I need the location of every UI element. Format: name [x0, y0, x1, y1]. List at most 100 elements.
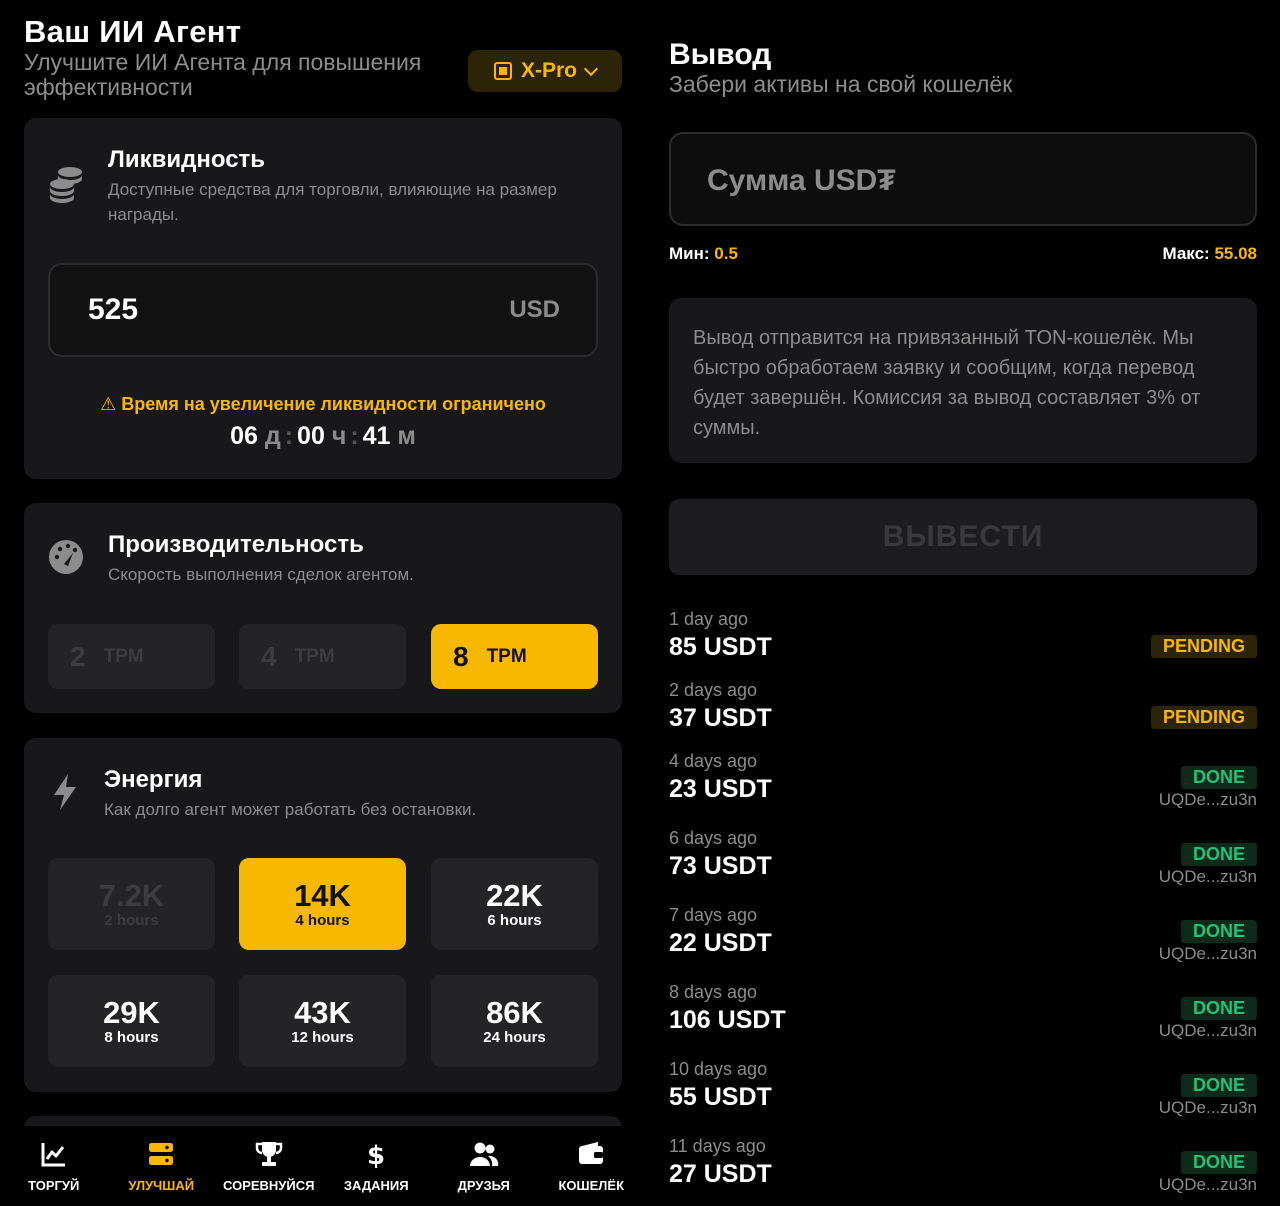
nav-compete[interactable]: СОРЕВНУЙСЯ — [217, 1139, 321, 1193]
nav-tasks[interactable]: $ ЗАДАНИЯ — [324, 1139, 428, 1193]
energy-card: Энергия Как долго агент может работать б… — [24, 738, 622, 1092]
energy-value: 29K — [103, 994, 160, 1030]
energy-option-43k[interactable]: 43K 12 hours — [239, 975, 406, 1067]
performance-card: Производительность Скорость выполнения с… — [24, 503, 622, 713]
energy-value: 7.2K — [98, 877, 165, 913]
energy-duration: 6 hours — [487, 911, 542, 929]
svg-text:$: $ — [367, 1141, 385, 1169]
status-badge: PENDING — [1150, 706, 1257, 729]
timer-minutes-unit: м — [397, 422, 416, 450]
energy-duration: 2 hours — [104, 911, 159, 929]
nav-trade[interactable]: ТОРГУЙ — [2, 1139, 106, 1193]
history-when: 10 days ago — [669, 1059, 768, 1079]
wallet-address: UQDe...zu3n — [1158, 1175, 1257, 1194]
energy-title: Энергия — [104, 766, 203, 793]
lightning-icon — [54, 774, 76, 810]
liquidity-input[interactable]: 525 USD — [48, 263, 598, 357]
energy-duration: 4 hours — [295, 911, 350, 929]
energy-value: 22K — [486, 877, 543, 913]
history-when: 8 days ago — [669, 982, 758, 1002]
history-amount: 55 USDT — [669, 1083, 772, 1111]
min-max-limits: Мин: 0.5 Макс: 55.08 — [669, 244, 1257, 264]
liquidity-warning: ⚠ Время на увеличение ликвидности ограни… — [100, 394, 546, 414]
performance-title: Производительность — [108, 531, 364, 558]
energy-option-14k[interactable]: 14K 4 hours — [239, 858, 406, 950]
energy-value: 14K — [294, 877, 351, 913]
liquidity-currency: USD — [509, 296, 560, 323]
history-amount: 23 USDT — [669, 775, 772, 803]
users-icon — [469, 1142, 499, 1166]
nav-label: ДРУЗЬЯ — [457, 1178, 510, 1193]
min-limit: Мин: 0.5 — [669, 244, 738, 263]
status-badge: DONE — [1180, 1074, 1257, 1097]
withdraw-panel: Вывод Забери активы на свой кошелёк Сумм… — [645, 0, 1280, 1206]
nav-label: КОШЕЛЁК — [558, 1178, 625, 1193]
energy-option-7-2k[interactable]: 7.2K 2 hours — [48, 858, 215, 950]
chip-icon — [493, 62, 512, 80]
dollar-icon: $ — [367, 1141, 385, 1169]
nav-friends[interactable]: ДРУЗЬЯ — [432, 1139, 536, 1193]
tpm-value: 4 — [261, 640, 277, 672]
history-amount: 37 USDT — [669, 704, 772, 732]
timer-hours: 00 — [297, 422, 325, 450]
liquidity-timer: 06 д:00 ч:41 м — [230, 422, 416, 450]
energy-option-22k[interactable]: 22K 6 hours — [431, 858, 598, 950]
history-amount: 85 USDT — [669, 633, 772, 661]
timer-hours-unit: ч — [331, 422, 347, 450]
liquidity-description: Доступные средства для торговли, влияющи… — [108, 180, 557, 224]
history-when: 7 days ago — [669, 905, 758, 925]
status-badge: PENDING — [1150, 635, 1257, 658]
withdraw-subtitle: Забери активы на свой кошелёк — [669, 71, 1013, 97]
history-when: 11 days ago — [669, 1136, 766, 1156]
history-row: 2 days ago 37 USDT PENDING — [669, 680, 1257, 740]
history-when: 4 days ago — [669, 751, 758, 771]
status-badge: DONE — [1180, 1151, 1257, 1174]
chevron-down-icon — [583, 61, 599, 76]
nav-wallet[interactable]: КОШЕЛЁК — [539, 1139, 643, 1193]
timer-days: 06 — [230, 422, 258, 450]
withdraw-info: Вывод отправится на привязанный TON-коше… — [669, 298, 1257, 463]
chart-icon — [41, 1143, 65, 1167]
history-amount: 106 USDT — [669, 1006, 786, 1034]
wallet-address: UQDe...zu3n — [1158, 944, 1257, 963]
page-subtitle: Улучшите ИИ Агента для повышения эффекти… — [24, 49, 422, 100]
history-amount: 73 USDT — [669, 852, 772, 880]
nav-label: ЗАДАНИЯ — [343, 1178, 409, 1193]
nav-upgrade[interactable]: УЛУЧШАЙ — [109, 1139, 213, 1193]
nav-label: СОРЕВНУЙСЯ — [223, 1178, 315, 1193]
withdraw-button[interactable]: ВЫВЕСТИ — [669, 499, 1257, 575]
tier-label: X-Pro — [520, 59, 577, 82]
timer-minutes: 41 — [362, 422, 391, 450]
tpm-option-2[interactable]: 2 TPM — [48, 624, 215, 689]
amount-placeholder: Сумма USD₮ — [707, 164, 896, 197]
upgrade-panel: Ваш ИИ Агент Улучшите ИИ Агента для повы… — [0, 0, 645, 1206]
status-badge: DONE — [1180, 997, 1257, 1020]
tpm-unit: TPM — [103, 645, 144, 667]
history-row: 4 days ago 23 USDT DONE UQDe...zu3n — [669, 751, 1257, 811]
energy-value: 86K — [486, 994, 543, 1030]
tier-dropdown[interactable]: X-Pro — [468, 50, 622, 92]
nav-label: ТОРГУЙ — [28, 1178, 80, 1193]
history-amount: 27 USDT — [669, 1160, 772, 1188]
tpm-option-4[interactable]: 4 TPM — [239, 624, 406, 689]
status-badge: DONE — [1180, 843, 1257, 866]
liquidity-value: 525 — [88, 293, 139, 326]
page-title: Ваш ИИ Агент — [24, 14, 242, 49]
tpm-option-8[interactable]: 8 TPM — [431, 624, 598, 689]
amount-input[interactable]: Сумма USD₮ — [669, 132, 1257, 226]
tpm-unit: TPM — [294, 645, 335, 667]
energy-option-29k[interactable]: 29K 8 hours — [48, 975, 215, 1067]
bottom-nav: ТОРГУЙ УЛУЧШАЙ СОРЕВНУЙСЯ $ ЗАДАНИЯ ДРУЗ… — [0, 1126, 645, 1206]
history-row: 8 days ago 106 USDT DONE UQDe...zu3n — [669, 982, 1257, 1042]
history-row: 11 days ago 27 USDT DONE UQDe...zu3n — [669, 1136, 1257, 1196]
energy-value: 43K — [294, 994, 351, 1030]
wallet-address: UQDe...zu3n — [1158, 867, 1257, 886]
history-amount: 22 USDT — [669, 929, 772, 957]
history-row: 6 days ago 73 USDT DONE UQDe...zu3n — [669, 828, 1257, 888]
tpm-value: 2 — [70, 640, 86, 672]
liquidity-card: Ликвидность Доступные средства для торго… — [24, 118, 622, 479]
speedometer-icon — [49, 540, 83, 574]
energy-option-86k[interactable]: 86K 24 hours — [431, 975, 598, 1067]
liquidity-title: Ликвидность — [108, 146, 266, 173]
history-when: 2 days ago — [669, 680, 758, 700]
